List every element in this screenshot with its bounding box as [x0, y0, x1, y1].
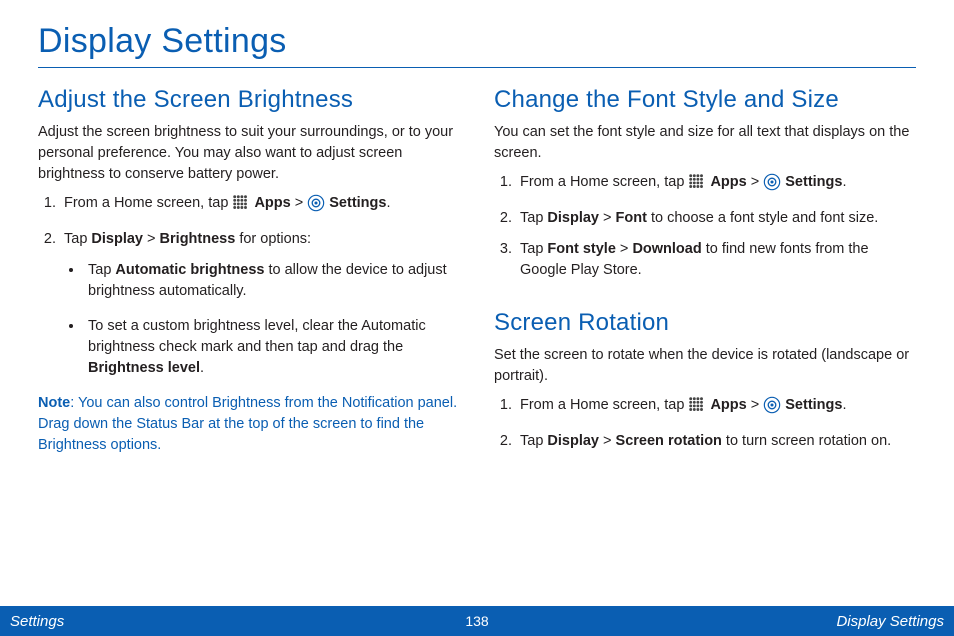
- font-label: Font: [616, 210, 647, 226]
- text: To set a custom brightness level, clear …: [88, 318, 426, 355]
- text: .: [200, 360, 204, 376]
- display-label: Display: [91, 231, 143, 247]
- intro-rotation: Set the screen to rotate when the device…: [494, 345, 916, 387]
- step-2: Tap Display > Font to choose a font styl…: [516, 208, 916, 229]
- heading-font: Change the Font Style and Size: [494, 86, 916, 114]
- text: Tap: [520, 241, 547, 257]
- intro-brightness: Adjust the screen brightness to suit you…: [38, 122, 460, 185]
- two-column-layout: Adjust the Screen Brightness Adjust the …: [38, 86, 916, 484]
- step-1: From a Home screen, tap Apps > Settings.: [516, 395, 916, 421]
- fontstyle-label: Font style: [547, 241, 615, 257]
- steps-brightness: From a Home screen, tap Apps > Settings.…: [38, 193, 460, 250]
- step-2: Tap Display > Screen rotation to turn sc…: [516, 431, 916, 452]
- separator: >: [751, 174, 764, 190]
- separator: >: [143, 231, 160, 247]
- intro-font: You can set the font style and size for …: [494, 122, 916, 164]
- settings-label: Settings: [785, 174, 842, 190]
- auto-brightness-label: Automatic brightness: [115, 262, 264, 278]
- step-2: Tap Display > Brightness for options:: [60, 229, 460, 250]
- settings-icon: [763, 396, 781, 421]
- note-body: : You can also control Brightness from t…: [38, 395, 457, 453]
- separator: >: [751, 397, 764, 413]
- section-font: Change the Font Style and Size You can s…: [494, 86, 916, 281]
- settings-label: Settings: [329, 195, 386, 211]
- text: .: [842, 174, 846, 190]
- heading-brightness: Adjust the Screen Brightness: [38, 86, 460, 114]
- text: for options:: [235, 231, 311, 247]
- apps-label: Apps: [710, 174, 746, 190]
- note-label: Note: [38, 395, 70, 411]
- left-column: Adjust the Screen Brightness Adjust the …: [38, 86, 460, 484]
- section-brightness: Adjust the Screen Brightness Adjust the …: [38, 86, 460, 456]
- text: Tap: [64, 231, 91, 247]
- apps-label: Apps: [254, 195, 290, 211]
- steps-rotation: From a Home screen, tap Apps > Settings.…: [494, 395, 916, 452]
- brightness-label: Brightness: [160, 231, 236, 247]
- footer-right: Display Settings: [836, 613, 944, 630]
- bullet-custom: To set a custom brightness level, clear …: [84, 316, 460, 379]
- download-label: Download: [632, 241, 701, 257]
- footer-bar: Settings 138 Display Settings: [0, 606, 954, 636]
- text: to turn screen rotation on.: [722, 433, 891, 449]
- right-column: Change the Font Style and Size You can s…: [494, 86, 916, 484]
- separator: >: [599, 433, 616, 449]
- text: Tap: [88, 262, 115, 278]
- text: Tap: [520, 210, 547, 226]
- apps-icon: [688, 173, 706, 198]
- step-3: Tap Font style > Download to find new fo…: [516, 239, 916, 281]
- bullet-auto: Tap Automatic brightness to allow the de…: [84, 260, 460, 302]
- text: .: [386, 195, 390, 211]
- text: From a Home screen, tap: [520, 174, 688, 190]
- separator: >: [599, 210, 616, 226]
- footer-left: Settings: [10, 613, 64, 630]
- text: From a Home screen, tap: [520, 397, 688, 413]
- section-rotation: Screen Rotation Set the screen to rotate…: [494, 309, 916, 452]
- note-brightness: Note: You can also control Brightness fr…: [38, 393, 460, 456]
- step-1: From a Home screen, tap Apps > Settings.: [516, 172, 916, 198]
- footer-page-number: 138: [465, 613, 488, 629]
- settings-icon: [307, 194, 325, 219]
- text: Tap: [520, 433, 547, 449]
- separator: >: [295, 195, 308, 211]
- steps-font: From a Home screen, tap Apps > Settings.…: [494, 172, 916, 281]
- apps-icon: [688, 396, 706, 421]
- display-label: Display: [547, 210, 599, 226]
- heading-rotation: Screen Rotation: [494, 309, 916, 337]
- settings-icon: [763, 173, 781, 198]
- apps-icon: [232, 194, 250, 219]
- text: .: [842, 397, 846, 413]
- page-title: Display Settings: [38, 22, 916, 68]
- separator: >: [616, 241, 633, 257]
- step-1: From a Home screen, tap Apps > Settings.: [60, 193, 460, 219]
- rotation-label: Screen rotation: [616, 433, 722, 449]
- bullets-brightness: Tap Automatic brightness to allow the de…: [38, 260, 460, 379]
- text: From a Home screen, tap: [64, 195, 232, 211]
- apps-label: Apps: [710, 397, 746, 413]
- text: to choose a font style and font size.: [647, 210, 878, 226]
- display-label: Display: [547, 433, 599, 449]
- brightness-level-label: Brightness level: [88, 360, 200, 376]
- settings-label: Settings: [785, 397, 842, 413]
